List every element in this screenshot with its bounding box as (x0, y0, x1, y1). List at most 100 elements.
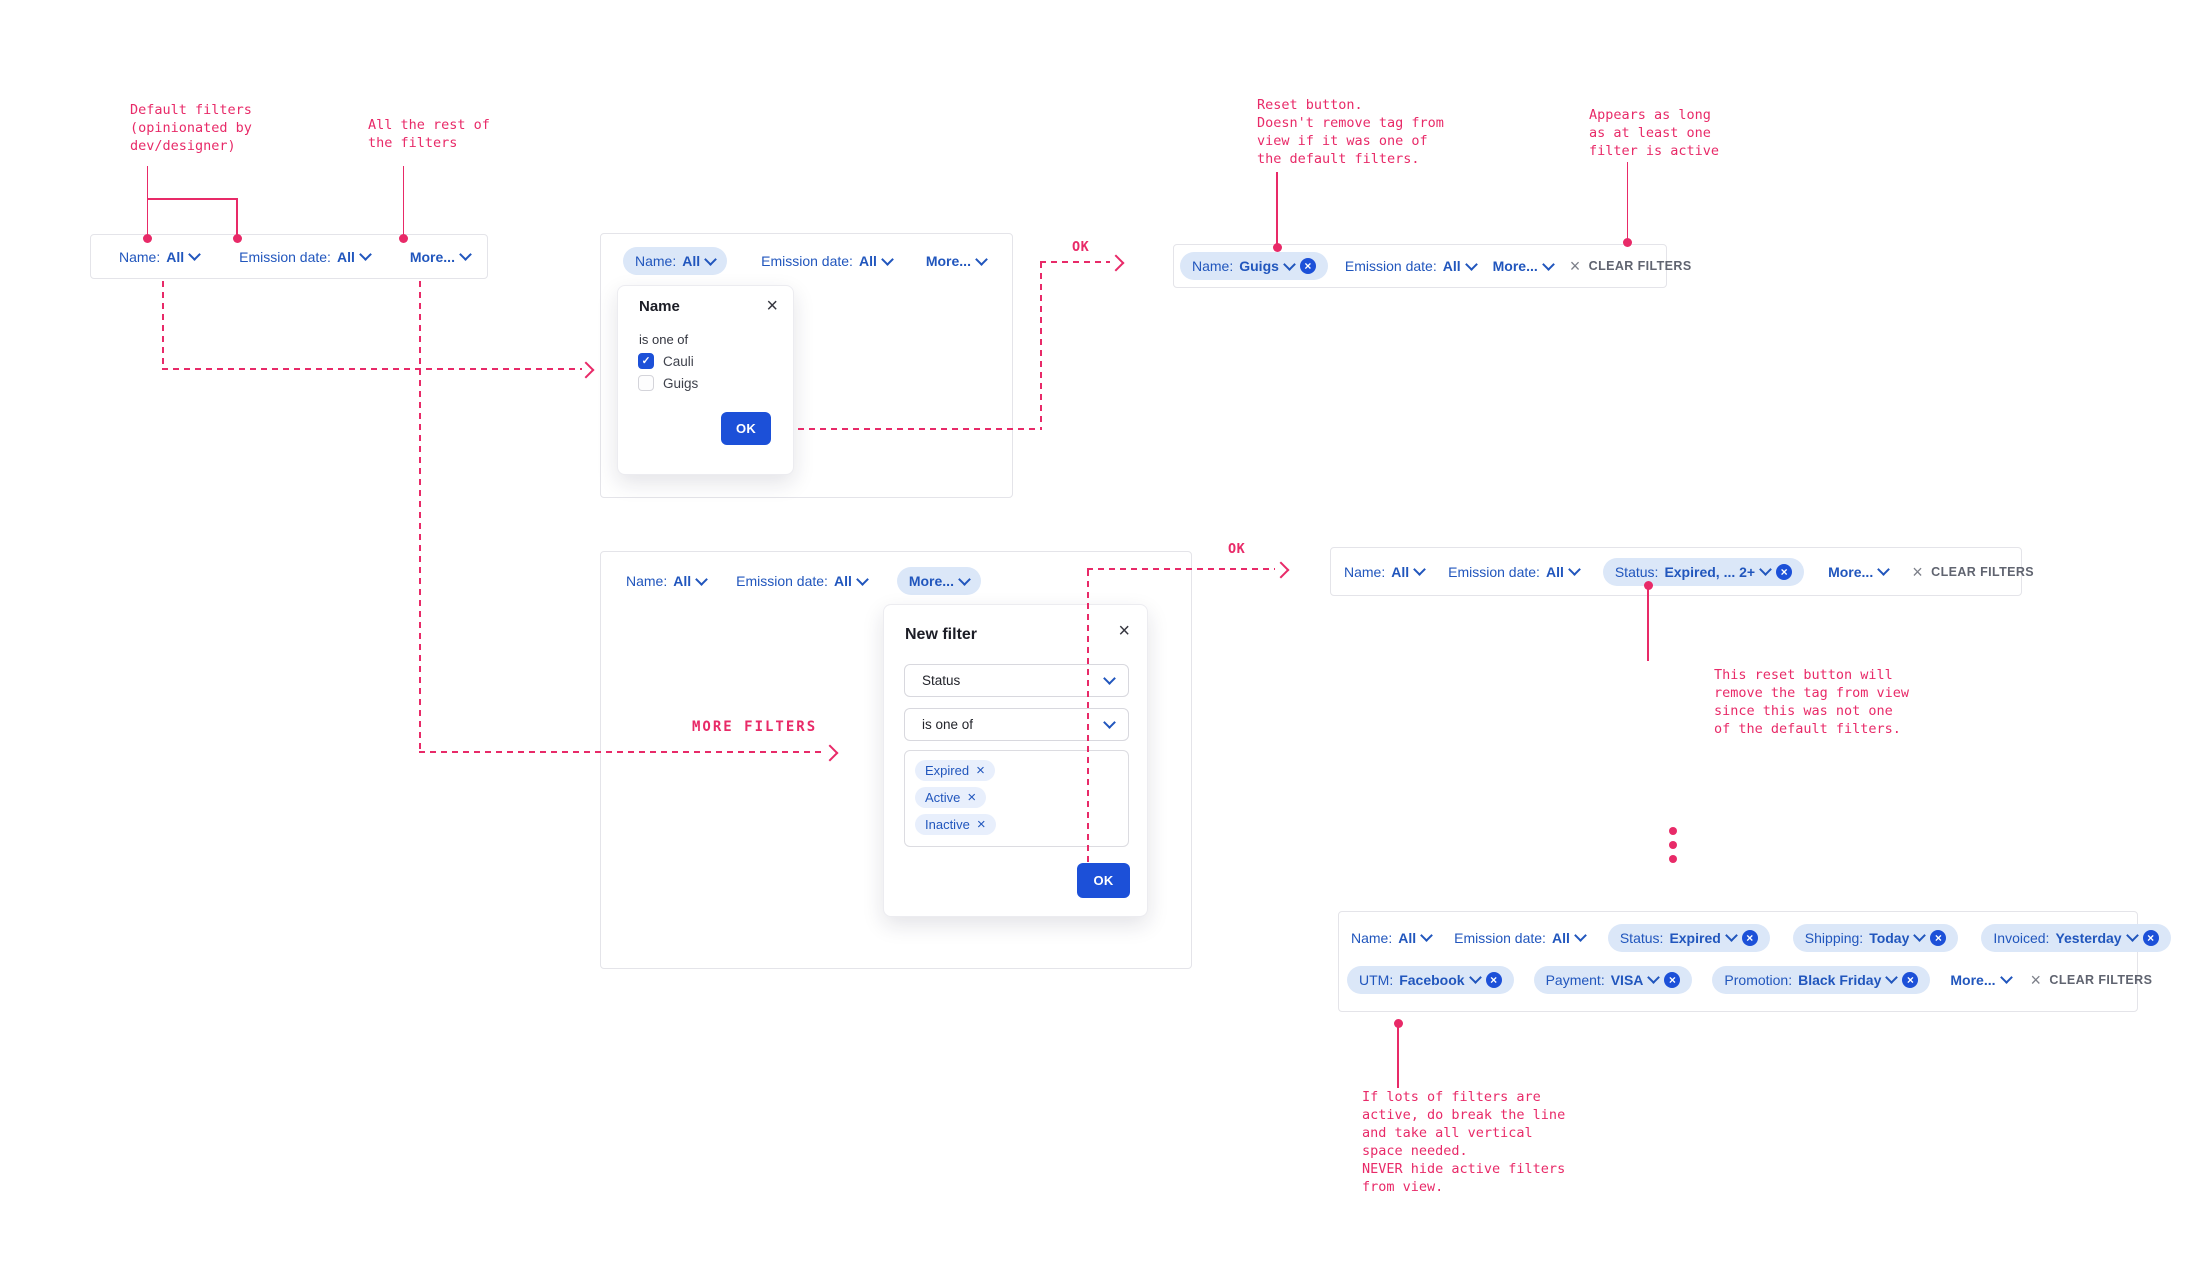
filter-more[interactable]: More... (1828, 564, 1888, 580)
reset-tag-icon[interactable]: × (1486, 972, 1502, 988)
option-cauli[interactable]: ✓ Cauli (638, 353, 694, 369)
flow-dashed-line (419, 281, 421, 752)
operator-select-value: is one of (922, 717, 973, 732)
chevron-down-icon (958, 573, 971, 586)
design-spec-canvas: Default filters (opinionated by dev/desi… (0, 0, 2187, 1283)
chevron-down-icon (1413, 563, 1426, 576)
connector-line (236, 198, 238, 238)
chevron-down-icon (1420, 929, 1433, 942)
reset-tag-icon[interactable]: × (2143, 930, 2159, 946)
chevron-down-icon (359, 248, 372, 261)
connector-line (403, 166, 405, 238)
field-select[interactable]: Status (904, 664, 1129, 697)
connector-line (147, 198, 238, 200)
connector-dot (1273, 243, 1282, 252)
chevron-down-icon (2000, 971, 2013, 984)
remove-tag-icon[interactable]: × (967, 790, 976, 805)
chevron-down-icon (188, 248, 201, 261)
flow-dashed-line (419, 751, 824, 753)
filter-tag-utm[interactable]: UTM: Facebook × (1347, 966, 1514, 994)
filter-name[interactable]: Name: All (119, 249, 199, 265)
filter-more[interactable]: More... (1950, 972, 2010, 988)
flow-dashed-line (1040, 262, 1042, 430)
close-icon[interactable]: × (766, 296, 778, 316)
annotation-appears: Appears as long as at least one filter i… (1589, 106, 1719, 160)
reset-tag-icon[interactable]: × (1776, 564, 1792, 580)
filter-more[interactable]: More... (1493, 258, 1553, 274)
connector-dot (1644, 581, 1653, 590)
chevron-down-icon (1574, 929, 1587, 942)
clear-filters-button[interactable]: × CLEAR FILTERS (1912, 563, 2034, 581)
annotation-default-filters: Default filters (opinionated by dev/desi… (130, 101, 252, 155)
reset-tag-icon[interactable]: × (1902, 972, 1918, 988)
clear-filters-label: CLEAR FILTERS (2049, 973, 2152, 987)
clear-filters-button[interactable]: × CLEAR FILTERS (2031, 971, 2153, 989)
connector-line (1627, 162, 1629, 239)
close-icon[interactable]: × (1118, 621, 1130, 641)
filter-emission-date[interactable]: Emission date: All (736, 573, 867, 589)
chevron-down-icon (1103, 672, 1116, 685)
flow-dashed-line (1087, 570, 1089, 866)
popup-title: Name (639, 298, 680, 315)
filter-name[interactable]: Name: All (626, 573, 706, 589)
filter-emission-date[interactable]: Emission date: All (761, 253, 892, 269)
filter-emission-date[interactable]: Emission date: All (239, 249, 370, 265)
clear-filters-label: CLEAR FILTERS (1931, 565, 2034, 579)
reset-tag-icon[interactable]: × (1930, 930, 1946, 946)
filter-name[interactable]: Name: All (1351, 930, 1431, 946)
ellipsis-dot (1669, 855, 1677, 863)
connector-dot (233, 234, 242, 243)
chevron-down-icon (695, 573, 708, 586)
tag-active[interactable]: Active × (915, 787, 986, 808)
tag-label: Inactive (925, 817, 970, 832)
filter-tag-invoiced[interactable]: Invoiced: Yesterday × (1981, 924, 2170, 952)
selected-values-box: Expired × Active × Inactive × (904, 750, 1129, 847)
operator-select[interactable]: is one of (904, 708, 1129, 741)
filter-name-selected[interactable]: Name: All (623, 247, 727, 275)
filter-emission-date[interactable]: Emission date: All (1345, 258, 1476, 274)
tag-inactive[interactable]: Inactive × (915, 814, 996, 835)
remove-tag-icon[interactable]: × (976, 763, 985, 778)
filter-tag-name[interactable]: Name: Guigs × (1180, 252, 1328, 280)
option-guigs[interactable]: ✓ Guigs (638, 375, 698, 391)
flow-arrow-icon (578, 362, 595, 379)
flow-dashed-line (798, 428, 1041, 430)
filter-emission-date[interactable]: Emission date: All (1448, 564, 1579, 580)
filter-tag-shipping[interactable]: Shipping: Today × (1793, 924, 1959, 952)
filter-tag-promotion[interactable]: Promotion: Black Friday × (1712, 966, 1930, 994)
connector-dot (143, 234, 152, 243)
chevron-down-icon (1725, 929, 1738, 942)
filter-tag-status[interactable]: Status: Expired × (1608, 924, 1770, 952)
remove-tag-icon[interactable]: × (977, 817, 986, 832)
tag-label: Active (925, 790, 960, 805)
annotation-reset-removes: This reset button will remove the tag fr… (1714, 666, 1909, 738)
filter-more-selected[interactable]: More... (897, 567, 981, 595)
filter-tag-payment[interactable]: Payment: VISA × (1534, 966, 1693, 994)
checkbox-checked[interactable]: ✓ (638, 353, 654, 369)
checkbox-unchecked[interactable]: ✓ (638, 375, 654, 391)
tag-expired[interactable]: Expired × (915, 760, 995, 781)
clear-filters-button[interactable]: × CLEAR FILTERS (1570, 257, 1692, 275)
filter-bar-status-multi: Name: All Emission date: All Status: Exp… (1330, 547, 2022, 596)
flow-dashed-line (1087, 568, 1275, 570)
filter-bar-guigs: Name: Guigs × Emission date: All More...… (1173, 244, 1667, 288)
chevron-down-icon (1886, 971, 1899, 984)
chevron-down-icon (1542, 258, 1555, 271)
filter-tag-status[interactable]: Status: Expired, ... 2+ × (1603, 558, 1804, 586)
operator-label: is one of (639, 332, 688, 347)
connector-dot (1394, 1019, 1403, 1028)
chevron-down-icon (1103, 716, 1116, 729)
filter-name[interactable]: Name: All (1344, 564, 1424, 580)
chevron-down-icon (975, 253, 988, 266)
filter-more[interactable]: More... (410, 249, 470, 265)
filter-emission-date[interactable]: Emission date: All (1454, 930, 1585, 946)
filter-more[interactable]: More... (926, 253, 986, 269)
reset-tag-icon[interactable]: × (1742, 930, 1758, 946)
ok-button[interactable]: OK (721, 412, 771, 445)
reset-tag-icon[interactable]: × (1664, 972, 1680, 988)
ok-button[interactable]: OK (1077, 863, 1130, 898)
reset-tag-icon[interactable]: × (1300, 258, 1316, 274)
popup-title: New filter (905, 626, 977, 644)
chevron-down-icon (1914, 929, 1927, 942)
chevron-down-icon (704, 253, 717, 266)
